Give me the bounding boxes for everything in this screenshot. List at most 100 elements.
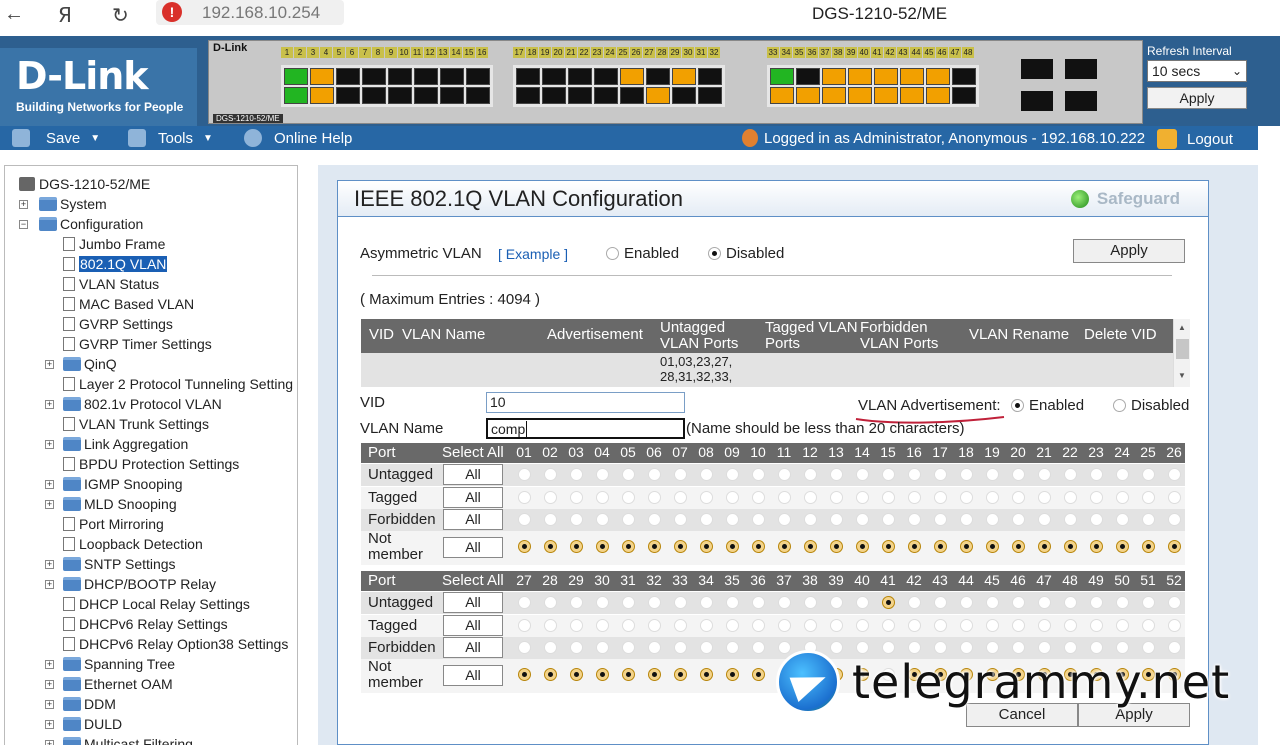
port-radio[interactable] [1141, 468, 1155, 481]
port-radio[interactable] [517, 491, 531, 504]
port-radio[interactable] [699, 641, 713, 654]
port-radio[interactable] [673, 641, 687, 654]
panel-port[interactable] [952, 87, 976, 104]
panel-port[interactable] [770, 87, 794, 104]
reload-icon[interactable]: ↻ [112, 3, 129, 28]
port-radio[interactable] [595, 641, 609, 654]
port-radio[interactable] [1167, 491, 1181, 504]
port-radio[interactable] [959, 540, 973, 553]
port-radio[interactable] [1037, 596, 1051, 609]
expand-icon[interactable]: + [45, 500, 54, 509]
port-radio[interactable] [569, 540, 583, 553]
port-radio[interactable] [829, 596, 843, 609]
port-radio[interactable] [569, 668, 583, 681]
port-radio[interactable] [699, 513, 713, 526]
collapse-icon[interactable]: − [19, 220, 28, 229]
asym-apply-button[interactable]: Apply [1073, 239, 1185, 263]
tree-item[interactable]: DGS-1210-52/ME [19, 174, 150, 194]
tree-item[interactable]: + Multicast Filtering [45, 734, 193, 745]
port-radio[interactable] [777, 491, 791, 504]
port-radio[interactable] [1167, 619, 1181, 632]
select-all-button[interactable]: All [443, 592, 503, 613]
port-radio[interactable] [673, 540, 687, 553]
panel-port[interactable] [874, 68, 898, 85]
expand-icon[interactable]: + [19, 200, 28, 209]
tree-item[interactable]: + DHCP/BOOTP Relay [45, 574, 216, 594]
select-all-button[interactable]: All [443, 615, 503, 636]
asym-enabled-radio[interactable] [606, 247, 619, 260]
expand-icon[interactable]: + [45, 720, 54, 729]
port-radio[interactable] [595, 513, 609, 526]
port-radio[interactable] [543, 468, 557, 481]
vlan-table-scrollbar[interactable]: ▲ ▼ [1173, 319, 1190, 387]
port-radio[interactable] [621, 596, 635, 609]
panel-port[interactable] [414, 87, 438, 104]
vlan-name-input[interactable]: comp [486, 418, 685, 439]
panel-port[interactable] [646, 68, 670, 85]
port-radio[interactable] [647, 513, 661, 526]
tree-item[interactable]: +802.1v Protocol VLAN [45, 394, 222, 414]
port-radio[interactable] [881, 513, 895, 526]
port-radio[interactable] [1089, 596, 1103, 609]
tree-item[interactable]: Loopback Detection [63, 534, 203, 554]
port-radio[interactable] [881, 619, 895, 632]
port-radio[interactable] [543, 513, 557, 526]
tree-item[interactable]: VLAN Status [63, 274, 159, 294]
panel-port[interactable] [362, 68, 386, 85]
port-radio[interactable] [569, 468, 583, 481]
port-radio[interactable] [1011, 491, 1025, 504]
port-radio[interactable] [1063, 513, 1077, 526]
sfp-port[interactable] [1065, 91, 1097, 111]
port-radio[interactable] [725, 596, 739, 609]
panel-port[interactable] [796, 68, 820, 85]
port-radio[interactable] [621, 619, 635, 632]
panel-port[interactable] [926, 87, 950, 104]
port-radio[interactable] [569, 619, 583, 632]
expand-icon[interactable]: + [45, 400, 54, 409]
port-radio[interactable] [673, 513, 687, 526]
port-radio[interactable] [517, 540, 531, 553]
select-all-button[interactable]: All [443, 537, 503, 558]
panel-port[interactable] [568, 68, 592, 85]
select-all-button[interactable]: All [443, 509, 503, 530]
port-radio[interactable] [751, 619, 765, 632]
port-radio[interactable] [751, 468, 765, 481]
port-radio[interactable] [543, 619, 557, 632]
tools-menu[interactable]: Tools ▼ [128, 129, 213, 147]
port-radio[interactable] [829, 619, 843, 632]
port-radio[interactable] [907, 513, 921, 526]
port-radio[interactable] [881, 596, 895, 609]
port-radio[interactable] [1167, 468, 1181, 481]
tree-item[interactable]: Port Mirroring [63, 514, 164, 534]
port-radio[interactable] [699, 491, 713, 504]
port-radio[interactable] [1115, 596, 1129, 609]
port-radio[interactable] [803, 468, 817, 481]
port-radio[interactable] [1037, 468, 1051, 481]
port-radio[interactable] [517, 668, 531, 681]
port-radio[interactable] [1167, 513, 1181, 526]
panel-port[interactable] [796, 87, 820, 104]
port-radio[interactable] [933, 491, 947, 504]
port-radio[interactable] [595, 668, 609, 681]
panel-port[interactable] [926, 68, 950, 85]
port-radio[interactable] [751, 668, 765, 681]
tree-item[interactable]: BPDU Protection Settings [63, 454, 239, 474]
port-radio[interactable] [699, 540, 713, 553]
logout-button[interactable]: Logout [1157, 129, 1233, 149]
port-radio[interactable] [751, 540, 765, 553]
port-radio[interactable] [803, 596, 817, 609]
port-radio[interactable] [1037, 491, 1051, 504]
panel-port[interactable] [542, 87, 566, 104]
panel-port[interactable] [310, 87, 334, 104]
asym-disabled-radio[interactable] [708, 247, 721, 260]
port-radio[interactable] [881, 491, 895, 504]
port-radio[interactable] [907, 468, 921, 481]
tree-item[interactable]: − Configuration [19, 214, 143, 234]
port-radio[interactable] [1141, 619, 1155, 632]
port-radio[interactable] [647, 540, 661, 553]
expand-icon[interactable]: + [45, 480, 54, 489]
yandex-icon[interactable]: Я [58, 3, 72, 27]
port-radio[interactable] [933, 619, 947, 632]
port-radio[interactable] [855, 596, 869, 609]
port-radio[interactable] [725, 513, 739, 526]
